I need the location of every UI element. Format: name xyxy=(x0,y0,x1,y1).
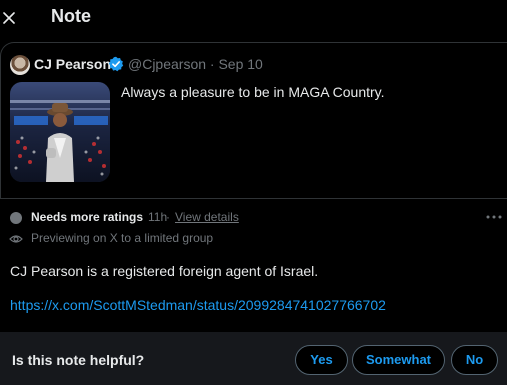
separator-dot: · xyxy=(166,210,170,224)
view-details-link[interactable]: View details xyxy=(175,210,239,224)
post-text: Always a pleasure to be in MAGA Country. xyxy=(121,84,385,100)
status-dot-icon xyxy=(10,212,22,224)
author-name[interactable]: CJ Pearson xyxy=(34,56,111,72)
verified-badge-icon xyxy=(108,56,124,72)
preview-notice: Previewing on X to a limited group xyxy=(31,231,214,245)
rate-no-button[interactable]: No xyxy=(451,345,498,375)
note-timestamp: 11h xyxy=(148,210,168,224)
more-options-icon[interactable] xyxy=(485,208,503,226)
note-body-text: CJ Pearson is a registered foreign agent… xyxy=(10,263,319,279)
note-source-link[interactable]: https://x.com/ScottMStedman/status/20992… xyxy=(10,297,386,313)
eye-icon xyxy=(9,235,23,243)
rate-yes-button[interactable]: Yes xyxy=(295,345,348,375)
page-title: Note xyxy=(51,6,91,26)
header-bar: Note xyxy=(0,0,507,36)
note-status-title: Needs more ratings xyxy=(31,210,144,224)
rating-question: Is this note helpful? xyxy=(12,352,145,368)
post-image[interactable] xyxy=(10,82,110,182)
close-button[interactable] xyxy=(0,4,22,32)
avatar[interactable] xyxy=(10,55,30,75)
author-handle-date[interactable]: @Cjpearson · Sep 10 xyxy=(128,56,263,72)
close-icon xyxy=(3,12,15,24)
rate-somewhat-button[interactable]: Somewhat xyxy=(352,345,445,375)
